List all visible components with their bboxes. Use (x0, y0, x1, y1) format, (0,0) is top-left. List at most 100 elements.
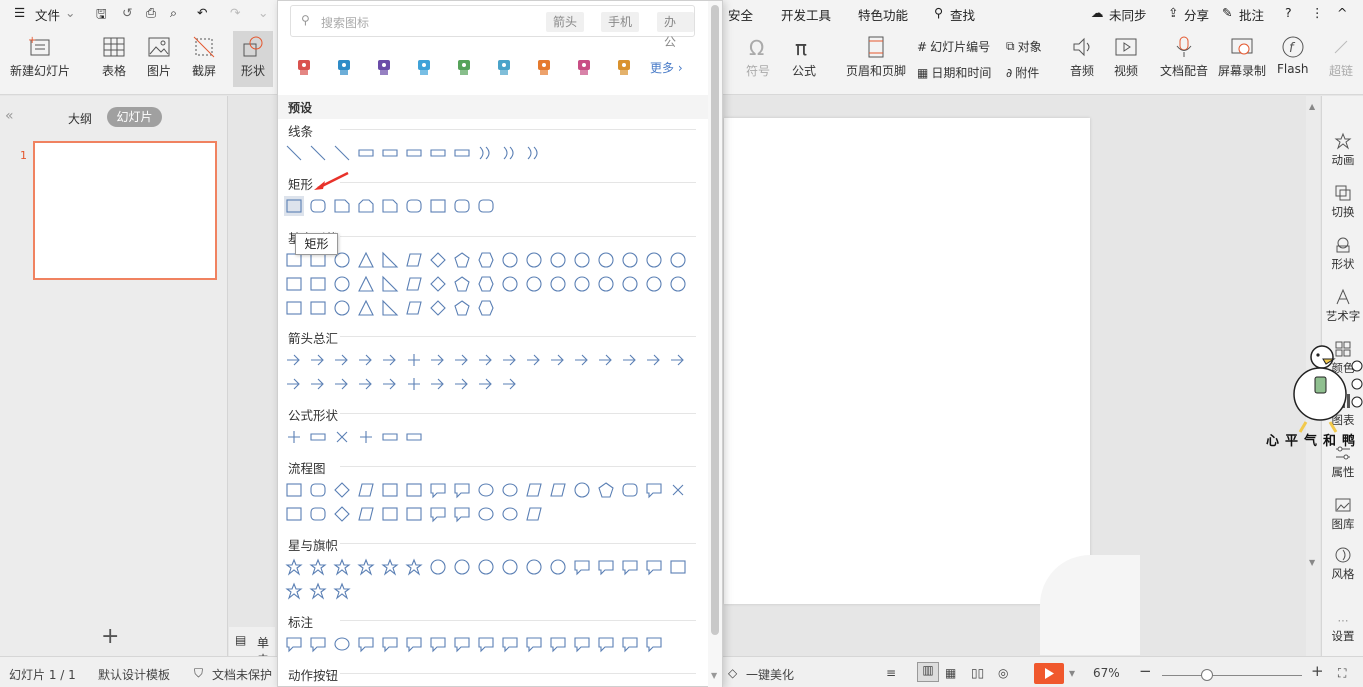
shape-arrows-item[interactable] (476, 350, 496, 370)
shape-arrows-item[interactable] (596, 350, 616, 370)
collapse-icon[interactable]: ^ (1337, 5, 1347, 20)
play-button[interactable] (1034, 663, 1064, 684)
share-button[interactable]: 分享 (1184, 5, 1209, 24)
shape-flow-item[interactable] (452, 480, 472, 500)
shape-basic-item[interactable] (356, 274, 376, 294)
save-icon[interactable]: 🖫 (96, 5, 107, 26)
shape-stars-item[interactable] (428, 557, 448, 577)
shape-rect-item[interactable] (332, 196, 352, 216)
shape-flow-item[interactable] (356, 480, 376, 500)
lock-icon[interactable] (414, 57, 434, 77)
shape-basic-item[interactable] (620, 250, 640, 270)
shape-flow-item[interactable] (572, 480, 592, 500)
shape-rect-item[interactable] (404, 196, 424, 216)
shape-basic-item[interactable] (452, 250, 472, 270)
shape-arrows-item[interactable] (356, 350, 376, 370)
shape-lines-item[interactable] (380, 143, 400, 163)
attachment-button[interactable]: ∂ 附件 (1006, 64, 1039, 81)
shape-arrows-item[interactable] (476, 374, 496, 394)
shape-callouts-item[interactable] (356, 634, 376, 654)
shape-stars-item[interactable] (284, 557, 304, 577)
shape-basic-item[interactable] (308, 274, 328, 294)
shape-basic-item[interactable] (380, 274, 400, 294)
shape-basic-item[interactable] (668, 250, 688, 270)
shape-arrows-item[interactable] (572, 350, 592, 370)
shape-basic-item[interactable] (380, 298, 400, 318)
more-icon[interactable]: ⌄ (258, 5, 268, 20)
panel-scroll-down-icon[interactable]: ▼ (711, 671, 717, 680)
shape-basic-item[interactable] (572, 250, 592, 270)
shape-flow-item[interactable] (524, 504, 544, 524)
shape-arrows-item[interactable] (452, 350, 472, 370)
shape-callouts-item[interactable] (452, 634, 472, 654)
tab-outline[interactable]: 大纲 (68, 110, 92, 127)
shape-formula-item[interactable] (308, 427, 328, 447)
fit-window-icon[interactable]: ⛶ (1338, 666, 1346, 681)
shape-arrows-item[interactable] (548, 350, 568, 370)
video-button[interactable]: 视频 (1114, 35, 1138, 79)
shape-flow-item[interactable] (356, 504, 376, 524)
shape-basic-item[interactable] (404, 274, 424, 294)
shape-arrows-item[interactable] (404, 350, 424, 370)
style-button[interactable]: 风格 (1322, 546, 1363, 582)
shape-callouts-item[interactable] (596, 634, 616, 654)
file-menu[interactable]: 文件 (35, 5, 60, 24)
collapse-pane-icon[interactable]: « (5, 108, 14, 124)
formula-button[interactable]: π 公式 (792, 35, 816, 79)
shape-rect-item[interactable] (380, 196, 400, 216)
shape-arrows-item[interactable] (524, 350, 544, 370)
flash-button[interactable]: f Flash (1277, 35, 1308, 76)
shape-stars-item[interactable] (476, 557, 496, 577)
zoom-slider[interactable] (1162, 675, 1302, 676)
shape-flow-item[interactable] (452, 504, 472, 524)
sorter-view-icon[interactable]: ▦ (945, 666, 956, 680)
shape-basic-item[interactable] (356, 250, 376, 270)
shape-basic-item[interactable] (548, 274, 568, 294)
sound-view-icon[interactable]: ◎ (998, 666, 1008, 680)
shape-arrows-item[interactable] (404, 374, 424, 394)
icon-search-box[interactable]: ⚲ 搜索图标 箭头 手机 办公 (290, 5, 695, 49)
screen-record-button[interactable]: 屏幕录制 (1218, 35, 1266, 79)
shape-formula-item[interactable] (356, 427, 376, 447)
shape-arrows-item[interactable] (644, 350, 664, 370)
shape-lines-item[interactable] (404, 143, 424, 163)
shape-arrows-item[interactable] (308, 374, 328, 394)
chevron-down-icon[interactable]: ⌄ (65, 5, 75, 20)
shape-arrows-item[interactable] (356, 374, 376, 394)
search-icon[interactable]: ⚲ (934, 5, 943, 20)
gear-network-icon[interactable] (454, 57, 474, 77)
notes-view-icon[interactable]: ≡ (886, 666, 896, 680)
shape-basic-item[interactable] (332, 274, 352, 294)
shape-basic-item[interactable] (332, 298, 352, 318)
scientist-icon[interactable] (574, 57, 594, 77)
shape-arrows-item[interactable] (308, 350, 328, 370)
settings-icon[interactable]: ⋮ (1311, 5, 1324, 20)
gallery-button[interactable]: 图库 (1322, 496, 1363, 532)
shape-flow-item[interactable] (476, 480, 496, 500)
audio-button[interactable]: 音频 (1070, 35, 1094, 79)
shape-flow-item[interactable] (596, 480, 616, 500)
animation-button[interactable]: 动画 (1322, 132, 1363, 168)
shape-basic-item[interactable] (596, 274, 616, 294)
shape-flow-item[interactable] (284, 480, 304, 500)
robot-icon[interactable] (294, 57, 314, 77)
scroll-down-icon[interactable]: ▼ (1309, 558, 1315, 567)
shape-lines-item[interactable] (284, 143, 304, 163)
zoom-level[interactable]: 67% (1093, 666, 1120, 680)
shape-basic-item[interactable] (620, 274, 640, 294)
new-slide-button[interactable]: + 新建幻灯片 (10, 35, 70, 79)
shape-lines-item[interactable] (476, 143, 496, 163)
shape-rectangle-selected[interactable] (284, 196, 304, 216)
slide-number-button[interactable]: # 幻灯片编号 (917, 38, 990, 55)
shape-callouts-item[interactable] (524, 634, 544, 654)
shape-arrows-item[interactable] (380, 350, 400, 370)
shape-stars-item[interactable] (572, 557, 592, 577)
shape-callouts-item[interactable] (308, 634, 328, 654)
shape-lines-item[interactable] (452, 143, 472, 163)
shape-arrows-item[interactable] (332, 350, 352, 370)
shape-stars-item[interactable] (668, 557, 688, 577)
shape-basic-item[interactable] (452, 274, 472, 294)
shape-callouts-item[interactable] (380, 634, 400, 654)
slide-canvas[interactable] (724, 118, 1090, 604)
menu-security[interactable]: 安全 (728, 5, 753, 24)
